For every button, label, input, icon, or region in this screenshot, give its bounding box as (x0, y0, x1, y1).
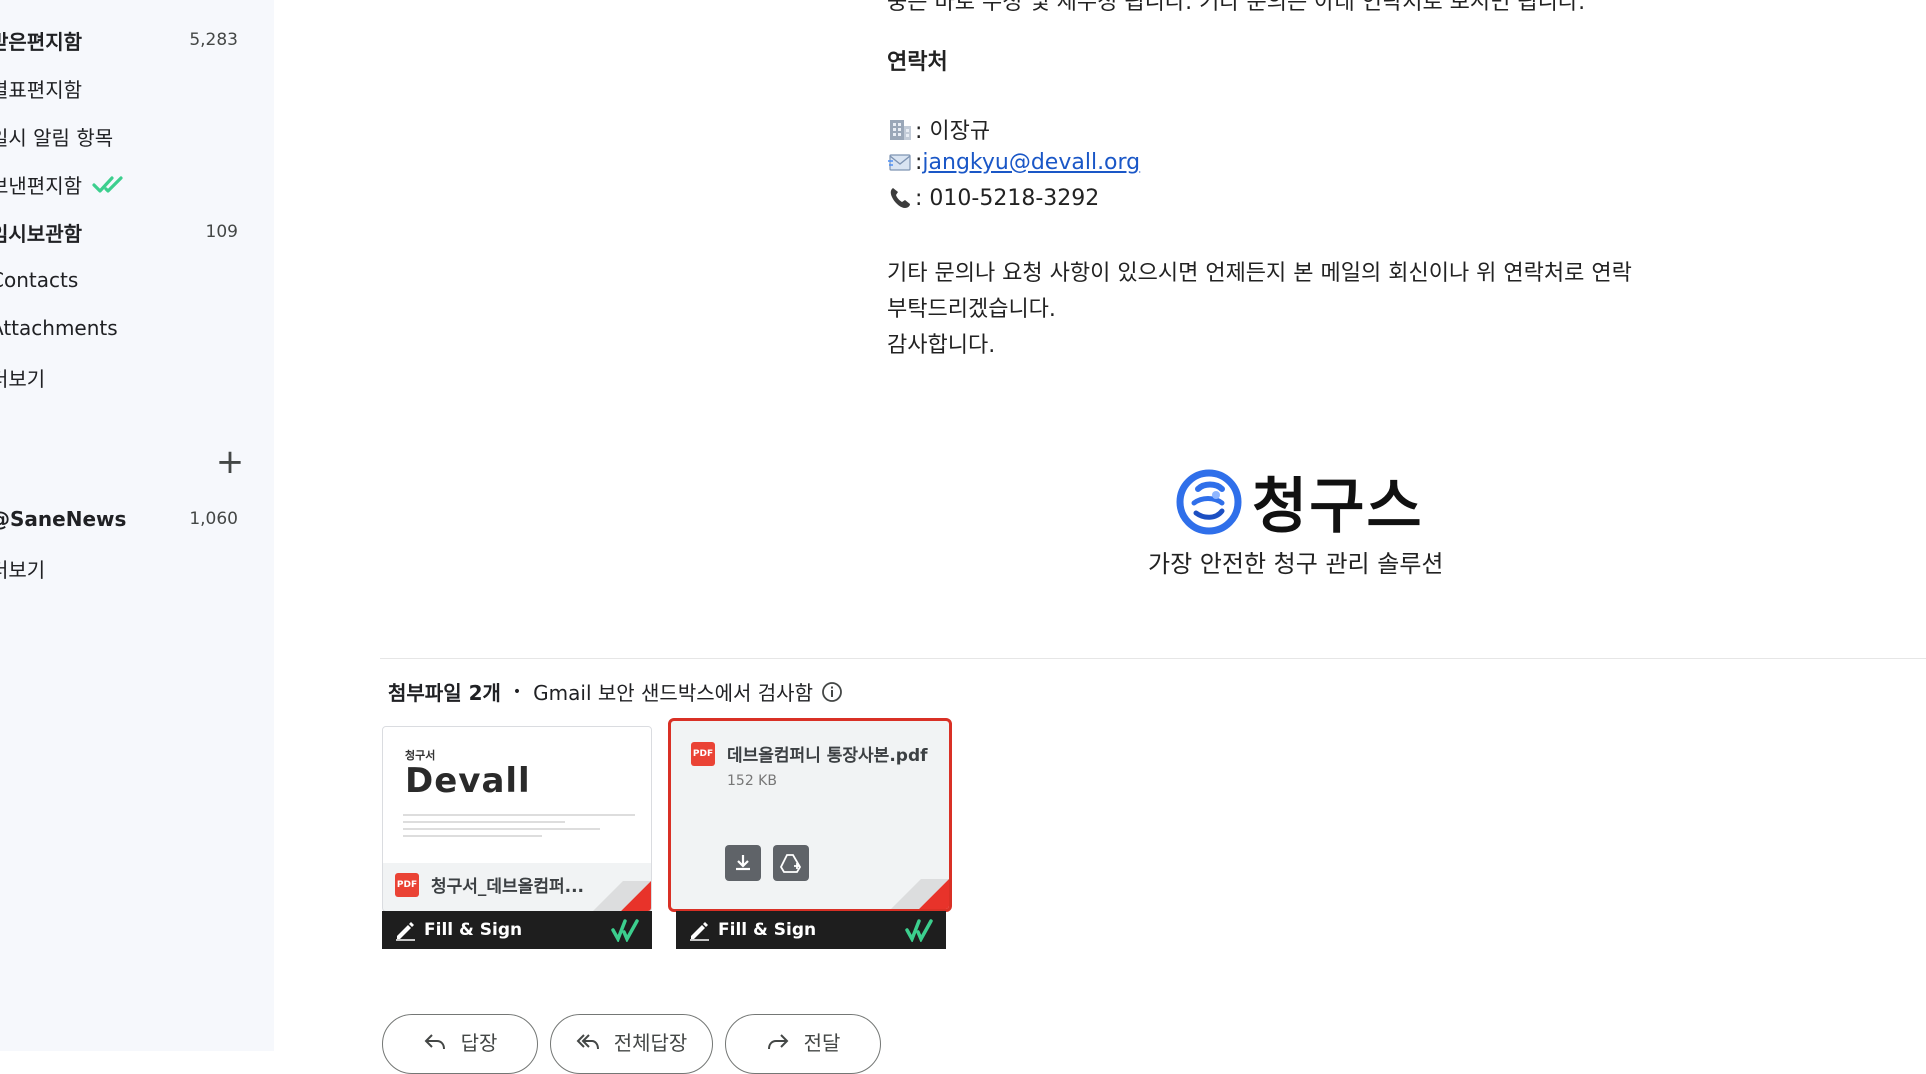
contact-phone: : 010-5218-3292 (915, 185, 1100, 211)
info-icon[interactable] (821, 681, 843, 703)
reply-all-label: 전체답장 (613, 1031, 688, 1055)
sidebar-item-sent[interactable]: 보낸편지함 (0, 164, 274, 204)
pen-icon (690, 922, 709, 941)
sidebar-item-sanenews[interactable]: @SaneNews 1,060 (0, 499, 274, 539)
page-fold-corner-icon (891, 879, 949, 909)
attachment-card-invoice[interactable]: 청구서 Devall PDF 청구서_데브올컴퍼... (382, 726, 652, 912)
plus-icon: + (215, 442, 245, 482)
sidebar-item-more[interactable]: 더보기 (0, 357, 274, 397)
fill-sign-brand-icon (905, 919, 933, 942)
attachment-size: 152 KB (727, 773, 777, 789)
reply-label: 답장 (460, 1031, 498, 1055)
attachments-scan-note: Gmail 보안 샌드박스에서 검사함 (533, 681, 813, 705)
closing-line-1: 기타 문의나 요청 사항이 있으시면 언제든지 본 메일의 회신이나 위 연락처… (887, 261, 1632, 286)
sidebar-item-label: 일시 알림 항목 (0, 125, 114, 150)
fill-sign-brand-icon (611, 919, 639, 942)
sidebar-item-label: 보낸편지함 (0, 173, 82, 198)
forward-icon (767, 1034, 789, 1050)
attachments-divider (380, 658, 1926, 659)
contact-phone-row: : 010-5218-3292 (887, 185, 1099, 211)
contact-email-link[interactable]: jangkyu@devall.org (922, 150, 1140, 175)
reply-all-icon (576, 1034, 599, 1050)
add-label-button[interactable]: + (210, 442, 250, 482)
office-building-icon (890, 120, 911, 140)
closing-line-2: 부탁드리겠습니다. (887, 297, 1056, 322)
thumbnail-brand: Devall (405, 761, 531, 801)
page-fold-corner-icon (593, 881, 651, 911)
sidebar-item-label: 별표편지함 (0, 77, 82, 102)
logo-tagline: 가장 안전한 청구 관리 솔루션 (1148, 550, 1444, 578)
download-button[interactable] (725, 845, 761, 881)
double-check-icon (92, 176, 123, 193)
logo-text: 청구스 (1252, 472, 1424, 542)
pen-icon (396, 922, 415, 941)
save-to-drive-button[interactable] (773, 845, 809, 881)
download-icon (736, 855, 750, 871)
fill-sign-label: Fill & Sign (718, 920, 817, 940)
contact-email-row: : jangkyu@devall.org (887, 149, 1140, 175)
sidebar-item-count: 109 (205, 222, 238, 242)
sidebar-item-labels-more[interactable]: 더보기 (0, 548, 274, 588)
fill-sign-button[interactable]: Fill & Sign (676, 911, 946, 949)
sidebar: 받은편지함 5,283 별표편지함 일시 알림 항목 보낸편지함 임시보관함 1… (0, 0, 274, 1051)
company-logo: 청구스 (1176, 458, 1424, 545)
sidebar-item-attachments[interactable]: Attachments (0, 308, 274, 348)
attachments-header: 첨부파일 2개 • Gmail 보안 샌드박스에서 검사함 (388, 677, 843, 706)
pdf-file-icon: PDF (395, 872, 419, 897)
email-envelope-icon (888, 154, 911, 171)
attachment-card-bankbook[interactable]: PDF 데브올컴퍼니 통장사본.pdf 152 KB (668, 718, 952, 912)
sidebar-item-label: 더보기 (0, 366, 46, 391)
sidebar-item-label: 받은편지함 (0, 29, 82, 54)
attachment-name-row: PDF 청구서_데브올컴퍼... (395, 872, 584, 897)
sidebar-item-starred[interactable]: 별표편지함 (0, 68, 274, 108)
sidebar-item-label: 임시보관함 (0, 221, 82, 246)
contact-name: : 이장규 (915, 119, 991, 144)
sidebar-item-label: @SaneNews (0, 507, 127, 531)
sidebar-item-inbox[interactable]: 받은편지함 5,283 (0, 20, 274, 60)
attachment-name: 데브올컴퍼니 통장사본.pdf (727, 746, 928, 766)
contact-name-row: : 이장규 (887, 113, 990, 145)
pdf-file-icon: PDF (691, 741, 715, 766)
sidebar-item-snoozed[interactable]: 일시 알림 항목 (0, 116, 274, 156)
email-body-cut-line: 중은 바로 수정 및 재수정 됩니다. 기타 문의는 아래 연락처로 보시면 됩… (887, 0, 1586, 15)
sidebar-item-count: 1,060 (189, 509, 238, 529)
sidebar-item-count: 5,283 (189, 30, 238, 50)
attachment-name-row: PDF 데브올컴퍼니 통장사본.pdf (691, 741, 928, 766)
logo-mark-icon (1176, 469, 1242, 534)
sidebar-item-label: Attachments (0, 316, 118, 340)
fill-sign-button[interactable]: Fill & Sign (382, 911, 652, 949)
forward-label: 전달 (803, 1031, 841, 1055)
fill-sign-label: Fill & Sign (424, 920, 523, 940)
attachment-thumbnail: 청구서 Devall (383, 727, 651, 863)
reply-all-button[interactable]: 전체답장 (550, 1014, 713, 1074)
attachment-name: 청구서_데브올컴퍼... (431, 877, 584, 897)
sidebar-item-label: Contacts (0, 268, 79, 292)
sidebar-item-drafts[interactable]: 임시보관함 109 (0, 212, 274, 252)
reply-icon (424, 1034, 445, 1050)
forward-button[interactable]: 전달 (725, 1014, 881, 1074)
contact-heading: 연락처 (887, 50, 948, 75)
reply-button[interactable]: 답장 (382, 1014, 538, 1074)
telephone-icon (890, 188, 910, 208)
closing-line-3: 감사합니다. (887, 333, 996, 358)
drive-add-icon (779, 854, 802, 873)
attachments-count: 첨부파일 2개 (388, 681, 501, 705)
sidebar-item-contacts[interactable]: Contacts (0, 260, 274, 300)
sidebar-item-label: 더보기 (0, 557, 46, 582)
thumbnail-text-lines (403, 809, 635, 842)
